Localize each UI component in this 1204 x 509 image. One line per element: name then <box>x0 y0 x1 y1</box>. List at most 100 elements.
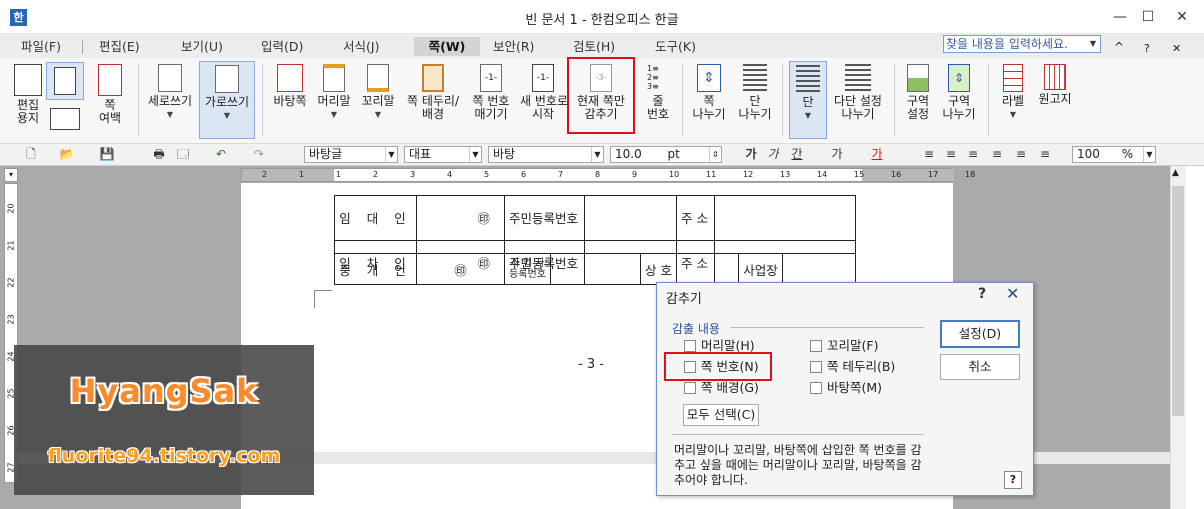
checkbox-page-border[interactable]: 쪽 테두리(B) <box>810 359 895 375</box>
page-number-button[interactable]: -1- 쪽 번호 매기기 <box>468 64 514 121</box>
horizontal-write-button[interactable]: 가로쓰기 ▼ <box>199 61 255 139</box>
menu-page[interactable]: 쪽(W) <box>414 37 480 56</box>
align-justify-icon[interactable]: ≡ <box>920 146 938 163</box>
multi-column-button[interactable]: 다단 설정 나누기 <box>830 64 886 121</box>
menu-insert[interactable]: 입력(D) <box>258 37 306 56</box>
contract-table-row3[interactable]: 중 개 인 ㊞ 사 업 자 등록번호 상 호 사업장 <box>334 253 856 285</box>
hide-current-page-button[interactable]: -3- 현재 쪽만 감추기 <box>567 57 635 134</box>
font-color-button[interactable]: 가 <box>868 146 886 163</box>
table-cell[interactable]: 상 호 <box>640 253 677 285</box>
italic-button[interactable]: 가 <box>764 146 782 163</box>
checkbox-icon <box>810 361 822 373</box>
close-icon[interactable]: ✕ <box>1006 284 1019 303</box>
ruler-tick-label: 4 <box>447 170 453 179</box>
vertical-write-button[interactable]: 세로쓰기 ▼ <box>144 64 196 121</box>
table-cell[interactable]: 중 개 인 <box>334 253 417 285</box>
align-right-icon[interactable]: ≡ <box>988 146 1006 163</box>
undo-icon[interactable]: ↶ <box>212 146 230 163</box>
master-page-button[interactable]: 바탕쪽 <box>270 64 310 108</box>
redo-icon[interactable]: ↷ <box>250 146 268 163</box>
size-stepper[interactable]: ⇕ <box>709 147 721 162</box>
landscape-icon[interactable] <box>50 108 80 130</box>
page-margin-button[interactable]: 쪽 여백 <box>90 64 130 125</box>
close-doc-icon[interactable]: ✕ <box>1172 42 1181 55</box>
divide-icon[interactable]: ≡ <box>1036 146 1054 163</box>
preview-icon[interactable]: 🗔 <box>174 146 192 163</box>
question-icon[interactable]: ? <box>1004 471 1022 489</box>
menu-edit[interactable]: 편집(E) <box>96 37 143 56</box>
menu-tools[interactable]: 도구(K) <box>652 37 699 56</box>
strikethrough-button[interactable]: 가 <box>828 146 846 163</box>
edit-paper-button[interactable]: 편집 용지 <box>8 64 48 125</box>
save-icon[interactable]: 💾 <box>98 146 116 163</box>
open-folder-icon[interactable]: 📂 <box>58 146 76 163</box>
table-cell[interactable]: 사업장 <box>738 253 783 285</box>
table-cell[interactable] <box>584 195 677 241</box>
table-cell[interactable] <box>714 195 856 241</box>
checkbox-master-page[interactable]: 바탕쪽(M) <box>810 380 882 396</box>
help-icon[interactable]: ? <box>1144 42 1150 55</box>
print-icon[interactable]: 🖶 <box>150 146 168 163</box>
column-button[interactable]: 단 ▼ <box>789 61 827 139</box>
font-size-input[interactable]: 10.0 pt ⇕ <box>610 146 722 163</box>
section-break-button[interactable]: ⇕ 구역 나누기 <box>938 64 980 121</box>
table-cell[interactable]: 임 대 인 <box>334 195 417 241</box>
portrait-icon <box>54 67 76 95</box>
page-break-button[interactable]: ⇕ 쪽 나누기 <box>688 64 730 121</box>
collapse-ribbon-icon[interactable]: ^ <box>1114 40 1124 54</box>
menu-file[interactable]: 파일(F) <box>18 37 64 56</box>
menu-format[interactable]: 서식(J) <box>340 37 382 56</box>
align-left-icon[interactable]: ≡ <box>942 146 960 163</box>
help-icon[interactable]: ? <box>978 286 986 302</box>
scrollbar-thumb[interactable] <box>1172 186 1184 416</box>
minimize-button[interactable]: — <box>1108 6 1132 28</box>
maximize-button[interactable]: ☐ <box>1136 6 1160 28</box>
page-portrait-button[interactable] <box>46 62 84 100</box>
language-select[interactable]: 대표 ▼ <box>404 146 482 163</box>
horizontal-ruler[interactable]: 2 1 1 2 3 4 5 6 7 8 9 10 11 12 13 14 15 16 17 18 <box>241 168 975 182</box>
search-input[interactable]: 찾을 내용을 입력하세요. ▼ <box>943 35 1101 53</box>
table-cell[interactable]: 사 업 자 등록번호 <box>504 253 551 285</box>
table-cell[interactable] <box>782 253 856 285</box>
cancel-button[interactable]: 취소 <box>940 354 1020 380</box>
manuscript-button[interactable]: 원고지 <box>1034 64 1076 106</box>
checkbox-icon <box>810 340 822 352</box>
scroll-up-icon[interactable]: ▲ <box>1172 168 1179 178</box>
header-button[interactable]: 머리말 ▼ <box>313 64 355 121</box>
menu-view[interactable]: 보기(U) <box>178 37 226 56</box>
line-number-button[interactable]: 1≡ 2≡ 3≡ 줄 번호 <box>638 64 678 121</box>
ok-button[interactable]: 설정(D) <box>940 320 1020 348</box>
window-title: 빈 문서 1 - 한컴오피스 한글 <box>525 13 679 28</box>
font-select[interactable]: 바탕 ▼ <box>488 146 604 163</box>
style-select[interactable]: 바탕글 ▼ <box>304 146 398 163</box>
menu-security[interactable]: 보안(R) <box>490 37 537 56</box>
menu-review[interactable]: 검토(H) <box>570 37 618 56</box>
footer-button[interactable]: 꼬리말 ▼ <box>357 64 399 121</box>
chevron-down-icon[interactable]: ▼ <box>1086 36 1100 52</box>
table-cell[interactable]: 주 소 <box>676 195 715 241</box>
distribute-icon[interactable]: ≡ <box>1012 146 1030 163</box>
ruler-corner[interactable]: ▾ <box>4 168 18 182</box>
bold-button[interactable]: 가 <box>742 146 760 163</box>
table-cell[interactable]: 주민등록번호 <box>504 195 585 241</box>
group-divider <box>730 327 924 328</box>
section-set-button[interactable]: 구역 설정 <box>900 64 936 121</box>
align-center-icon[interactable]: ≡ <box>964 146 982 163</box>
underline-button[interactable]: 간 <box>788 146 806 163</box>
ruler-tick-label: 1 <box>299 170 305 179</box>
column-break-button[interactable]: 단 나누기 <box>734 64 776 121</box>
new-number-button[interactable]: -1- 새 번호로 시작 <box>520 64 568 121</box>
select-all-button[interactable]: 모두 선택(C) <box>683 404 759 426</box>
page-border-button[interactable]: 쪽 테두리/ 배경 <box>403 64 463 121</box>
zoom-input[interactable]: 100 % ▼ <box>1072 146 1156 163</box>
close-button[interactable]: ✕ <box>1170 6 1194 28</box>
checkbox-page-bg[interactable]: 쪽 배경(G) <box>684 380 759 396</box>
checkbox-footer[interactable]: 꼬리말(F) <box>810 338 878 354</box>
table-cell[interactable] <box>550 253 641 285</box>
table-cell[interactable] <box>676 253 739 285</box>
vertical-write-icon <box>158 64 182 92</box>
seal-cell[interactable]: ㊞ <box>416 195 505 241</box>
seal-cell[interactable]: ㊞ <box>416 253 505 285</box>
label-button[interactable]: 라벨 ▼ <box>994 64 1032 121</box>
new-doc-icon[interactable]: 🗋 <box>22 146 40 163</box>
